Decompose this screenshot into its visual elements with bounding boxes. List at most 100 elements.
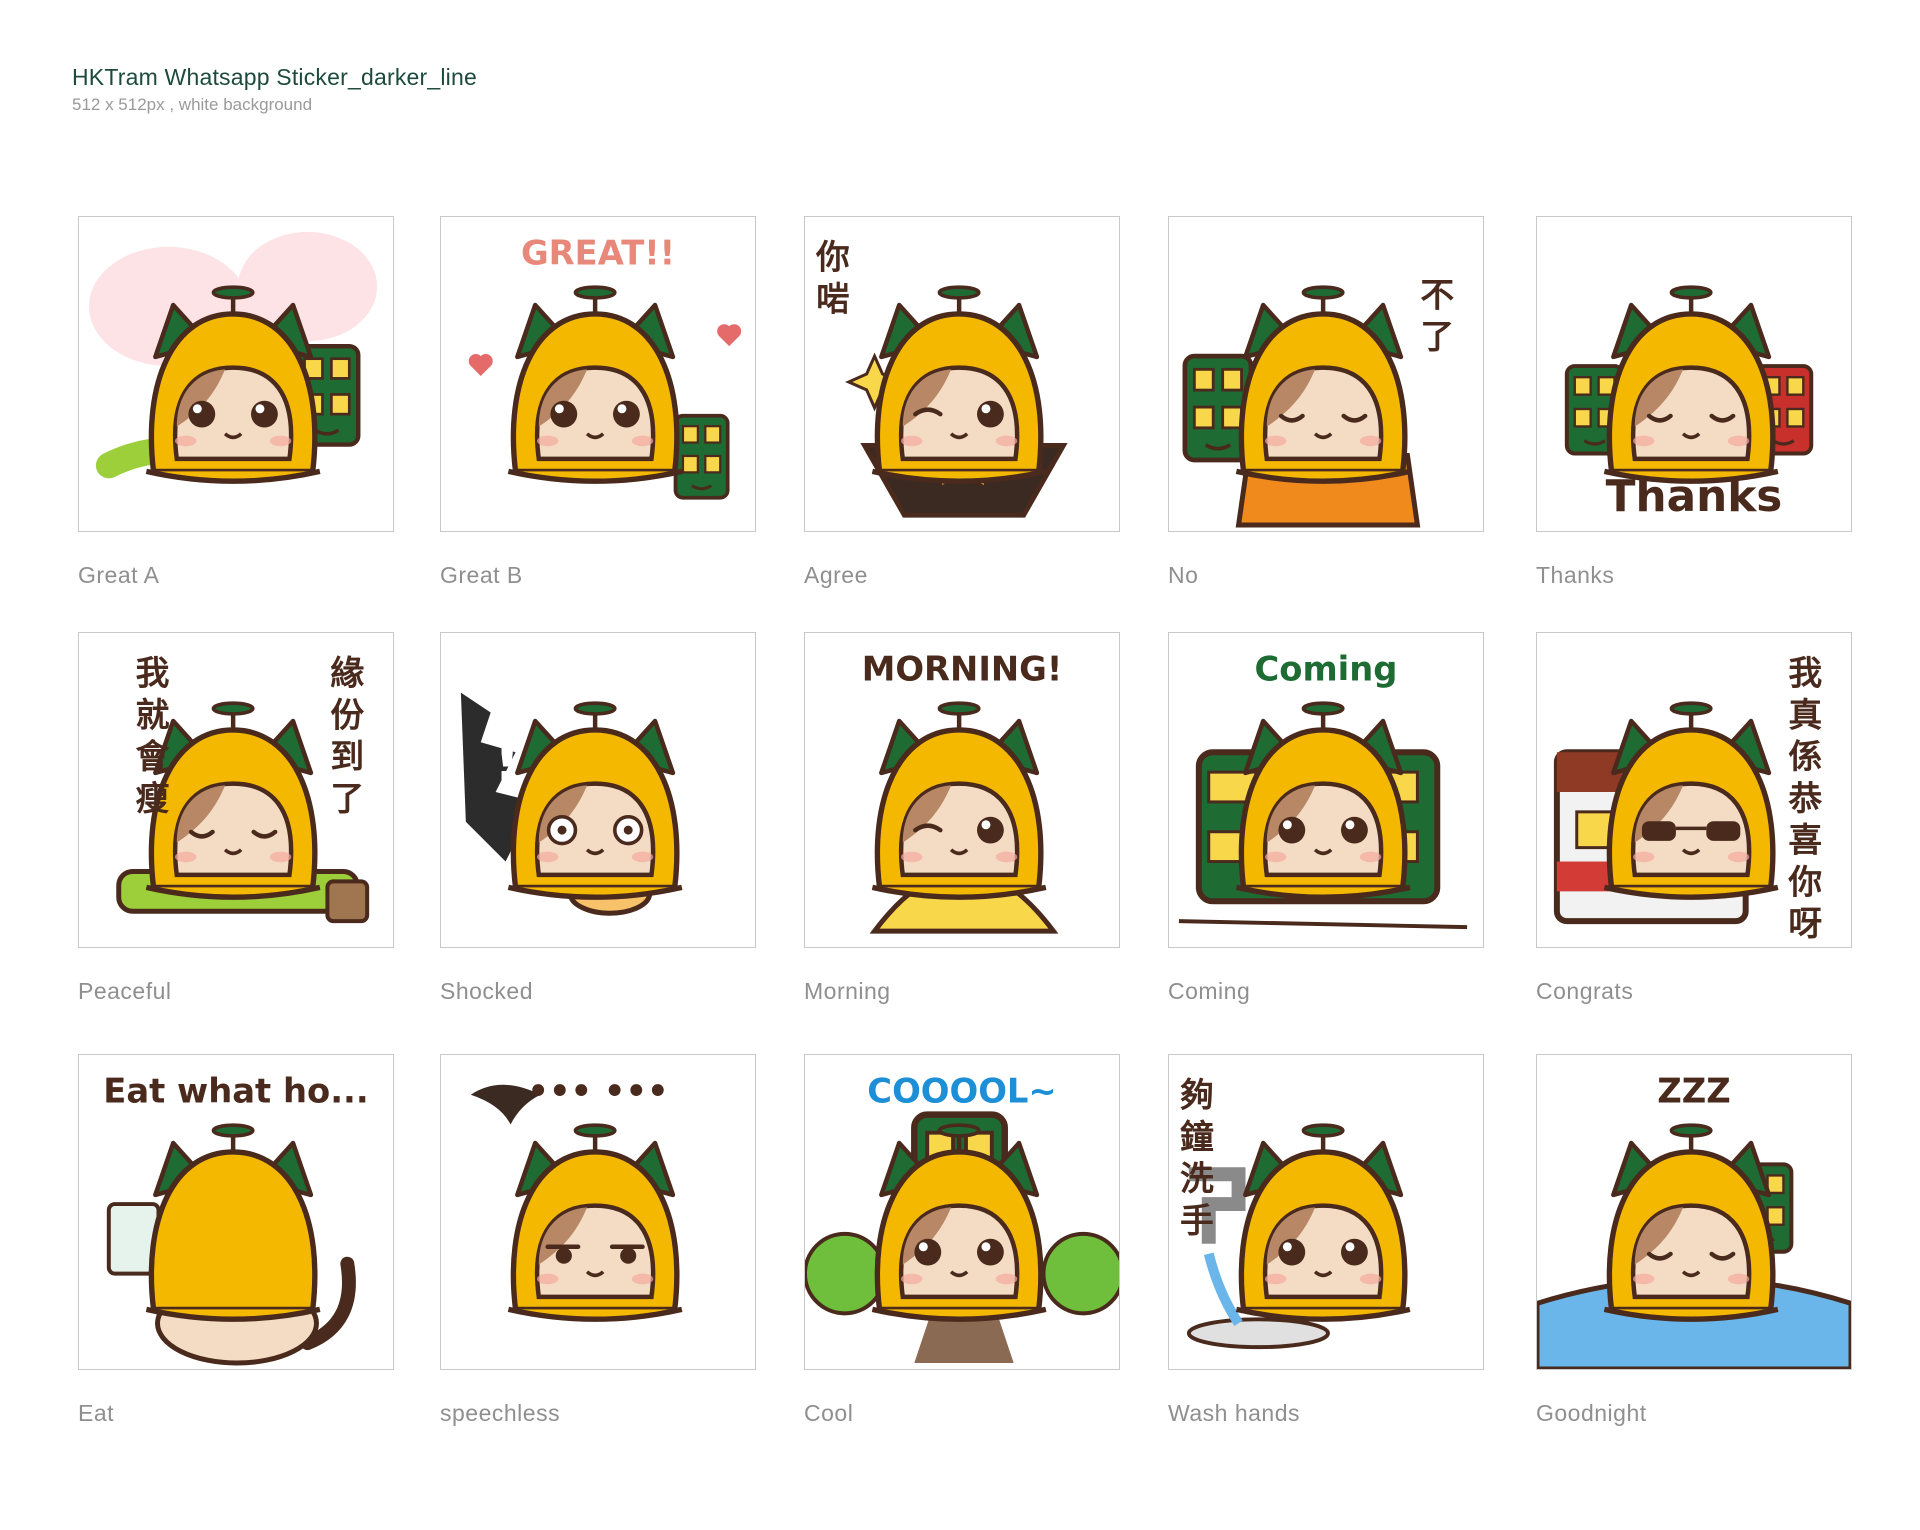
sticker-caption: 不了 [1420,275,1454,356]
svg-text:到: 到 [330,737,364,776]
sticker-illustration: 你啱 [815,238,1068,518]
svg-text:喜: 喜 [1788,821,1822,860]
sticker-card[interactable]: 夠鐘洗手 [1168,1054,1484,1370]
sticker-card[interactable]: GREAT!! [440,216,756,532]
sticker-label: Morning [804,978,891,1004]
sticker-card[interactable] [78,216,394,532]
page-title: HKTram Whatsapp Sticker_darker_line [72,64,477,90]
svg-text:份: 份 [330,695,364,734]
sticker-card[interactable]: ZZZ [1536,1054,1852,1370]
sticker-caption: Thanks [1606,471,1783,522]
svg-text:Eat what ho...: Eat what ho... [103,1072,368,1111]
sticker-illustration: Eat what ho... [103,1072,369,1366]
cat-character [1235,701,1411,900]
cat-character [1603,285,1779,484]
cat-character [1235,1123,1411,1322]
sticker-illustration: GREAT!! [468,234,742,500]
sticker-illustration: 夠鐘洗手 [1180,1076,1411,1350]
sticker-card[interactable]: 不了 [1168,216,1484,532]
cat-character [871,285,1047,484]
svg-text:了: 了 [1420,317,1454,356]
page-subtitle: 512 x 512px , white background [72,95,313,114]
cat-character [145,701,321,900]
sticker-label: Thanks [1536,562,1615,588]
svg-text:了: 了 [330,779,364,818]
svg-text:洗: 洗 [1180,1159,1214,1198]
sticker-card[interactable]: ••• ••• [440,1054,756,1370]
sticker-illustration: ••• ••• [470,1072,683,1322]
sticker-label: No [1168,562,1199,588]
sticker-illustration: Thanks [1564,285,1814,522]
sticker-caption: GREAT!! [521,234,675,273]
svg-text:就: 就 [136,695,170,734]
sticker-label: speechless [440,1400,561,1426]
cat-character [145,1123,321,1322]
sticker-label: Shocked [440,978,534,1004]
sticker-caption: COOOOL~ [867,1072,1056,1111]
sticker-card[interactable]: Eat what ho... [78,1054,394,1370]
svg-text:瘦: 瘦 [136,779,170,818]
sticker-label: Coming [1168,978,1251,1004]
svg-text:ZZZ: ZZZ [1657,1072,1730,1111]
svg-text:GREAT!!: GREAT!! [521,234,675,273]
cat-character [507,701,683,900]
sticker-label: Great A [78,562,160,588]
sticker-label: Cool [804,1400,854,1426]
svg-text:••• •••: ••• ••• [527,1072,668,1111]
sticker-illustration: 不了 [1182,275,1454,528]
svg-text:Coming: Coming [1255,650,1398,689]
sticker-card[interactable]: Thanks [1536,216,1852,532]
svg-text:!: ! [493,723,522,797]
sticker-card[interactable]: ! [440,632,756,948]
svg-text:COOOOL~: COOOOL~ [867,1072,1056,1111]
sticker-caption: Coming [1255,650,1398,689]
svg-text:會: 會 [136,737,170,776]
sticker-caption: ••• ••• [527,1072,668,1111]
svg-text:鐘: 鐘 [1180,1117,1214,1156]
sticker-label: Eat [78,1400,115,1426]
sticker-illustration: ! [460,692,683,916]
sticker-illustration: 緣份到了 我就會瘦 [116,654,370,924]
svg-text:MORNING!: MORNING! [862,650,1063,689]
sticker-card[interactable]: 你啱 [804,216,1120,532]
sticker-caption: 我真係恭喜你呀 [1787,654,1822,943]
sticker-card[interactable]: Coming [1168,632,1484,948]
cat-character [871,1123,1047,1322]
svg-text:你: 你 [815,238,850,277]
svg-text:Thanks: Thanks [1606,471,1783,522]
svg-text:呀: 呀 [1788,904,1822,943]
sticker-illustration: 我真係恭喜你呀 [1553,654,1822,943]
sticker-caption: ZZZ [1657,1072,1730,1111]
sticker-label: Congrats [1536,978,1634,1004]
sticker-caption: 你啱 [815,238,850,319]
svg-text:手: 手 [1180,1201,1214,1240]
sticker-illustration: MORNING! [862,650,1063,934]
cat-character [1603,1123,1779,1322]
cat-character [507,285,683,484]
sticker-caption: ! [493,723,522,797]
sticker-caption: Eat what ho... [103,1072,368,1111]
cat-character [871,701,1047,900]
sticker-caption: MORNING! [862,650,1063,689]
sticker-card[interactable]: 緣份到了 我就會瘦 [78,632,394,948]
sticker-label: Peaceful [78,978,172,1004]
page-header: HKTram Whatsapp Sticker_darker_line 512 … [72,64,477,115]
cat-character [145,285,321,484]
sticker-card[interactable]: 我真係恭喜你呀 [1536,632,1852,948]
cat-character [1603,701,1779,900]
svg-text:係: 係 [1788,737,1822,776]
sticker-label: Wash hands [1168,1400,1300,1426]
svg-text:我: 我 [1788,654,1822,693]
svg-text:不: 不 [1420,275,1454,314]
sticker-label: Goodnight [1536,1400,1647,1426]
sticker-label: Great B [440,562,523,588]
sticker-card[interactable]: COOOOL~ [804,1054,1120,1370]
svg-text:我: 我 [136,654,170,693]
svg-text:真: 真 [1788,695,1822,734]
sticker-illustration: COOOOL~ [805,1072,1119,1364]
sticker-card[interactable]: MORNING! [804,632,1120,948]
sticker-illustration: Coming [1178,650,1468,930]
svg-text:你: 你 [1787,862,1822,901]
svg-text:緣: 緣 [330,654,364,693]
svg-text:夠: 夠 [1180,1076,1214,1115]
